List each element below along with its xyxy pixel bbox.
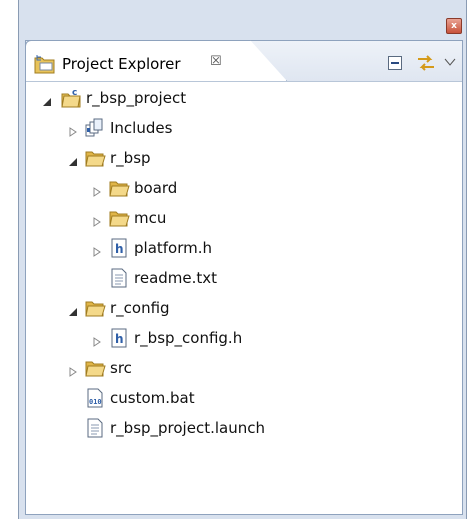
view-menu-icon[interactable]: [444, 52, 456, 71]
window-bottom-edge: [18, 519, 467, 525]
tree-item-r-bsp-project[interactable]: c r_bsp_project: [26, 84, 462, 112]
tree-item-r-config[interactable]: r_config: [26, 294, 462, 322]
tree-item-label: r_bsp: [110, 149, 151, 167]
link-with-editor-icon[interactable]: [416, 53, 436, 77]
project-explorer-icon: [34, 54, 56, 78]
collapsed-arrow-icon[interactable]: [68, 362, 78, 377]
expanded-arrow-icon[interactable]: [68, 152, 78, 166]
tree-item-label: r_bsp_config.h: [134, 329, 243, 347]
tree-item-label: platform.h: [134, 239, 213, 257]
tree-item-mcu[interactable]: mcu: [26, 204, 462, 232]
tree-item-board[interactable]: board: [26, 174, 462, 202]
tree-item-label: src: [110, 359, 132, 377]
tab-close-icon[interactable]: ☒: [210, 54, 222, 69]
tree-item-r-bsp-config-h[interactable]: h r_bsp_config.h: [26, 324, 462, 352]
expanded-arrow-icon[interactable]: [42, 92, 52, 106]
header-file-icon: h: [108, 237, 130, 259]
tree-item-r-bsp-project-launch[interactable]: r_bsp_project.launch: [26, 414, 462, 442]
folder-open-icon: [84, 147, 106, 169]
view-header: Project Explorer ☒: [25, 40, 462, 82]
svg-text:010: 010: [89, 398, 102, 406]
view-title: Project Explorer: [62, 55, 181, 73]
tree-item-label: board: [134, 179, 178, 197]
svg-text:h: h: [115, 242, 124, 256]
tree-item-platform-h[interactable]: h platform.h: [26, 234, 462, 262]
folder-icon: [108, 207, 130, 229]
tree-item-includes[interactable]: Includes: [26, 114, 462, 142]
collapsed-arrow-icon[interactable]: [68, 122, 78, 137]
project-explorer-panel: Project Explorer ☒ c r_bsp_project Inclu…: [25, 40, 463, 515]
header-file-icon: h: [108, 327, 130, 349]
tree-item-label: mcu: [134, 209, 167, 227]
collapsed-arrow-icon[interactable]: [92, 242, 102, 257]
expanded-arrow-icon[interactable]: [68, 302, 78, 316]
tree-item-label: r_config: [110, 299, 170, 317]
tree-item-label: Includes: [110, 119, 173, 137]
tree-item-custom-bat[interactable]: 010 custom.bat: [26, 384, 462, 412]
includes-icon: [84, 117, 106, 139]
folder-open-icon: [84, 297, 106, 319]
folder-icon: [108, 177, 130, 199]
tree-item-label: custom.bat: [110, 389, 195, 407]
svg-text:h: h: [115, 332, 124, 346]
folder-icon: [84, 357, 106, 379]
text-file-icon: [84, 417, 106, 439]
c-project-icon: c: [60, 87, 82, 109]
collapsed-arrow-icon[interactable]: [92, 332, 102, 347]
collapsed-arrow-icon[interactable]: [92, 212, 102, 227]
tree-item-src[interactable]: src: [26, 354, 462, 382]
text-file-icon: [108, 267, 130, 289]
collapse-all-icon[interactable]: [387, 55, 403, 75]
tree-item-readme-txt[interactable]: readme.txt: [26, 264, 462, 292]
svg-text:c: c: [72, 88, 77, 98]
window-close-button[interactable]: x: [446, 18, 462, 34]
binary-file-icon: 010: [84, 387, 106, 409]
tree-item-label: readme.txt: [134, 269, 218, 287]
tab-project-explorer[interactable]: Project Explorer ☒: [25, 40, 287, 81]
tree-item-r-bsp[interactable]: r_bsp: [26, 144, 462, 172]
tree-item-label: r_bsp_project: [86, 89, 187, 107]
collapsed-arrow-icon[interactable]: [92, 182, 102, 197]
tree-item-label: r_bsp_project.launch: [110, 419, 265, 437]
explorer-window: x Project Explorer ☒ c r_bsp_project Inc…: [18, 0, 467, 520]
